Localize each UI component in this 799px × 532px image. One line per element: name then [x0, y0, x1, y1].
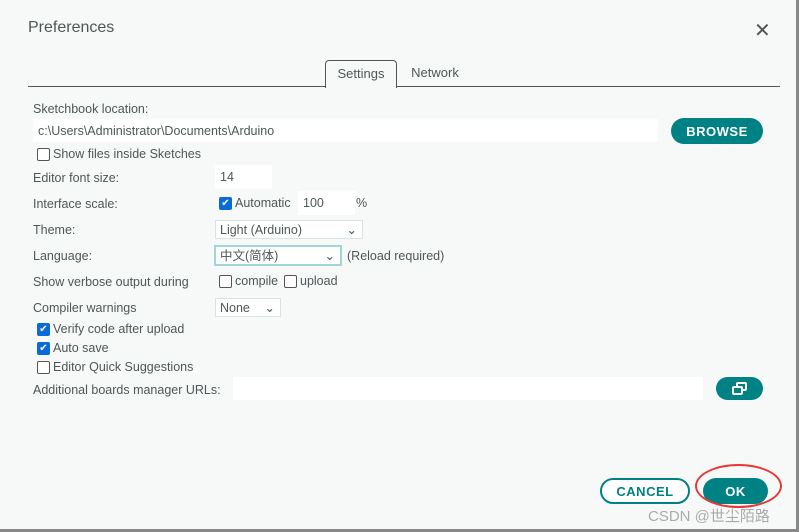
window-restore-icon	[731, 381, 747, 395]
sketchbook-label: Sketchbook location:	[33, 102, 149, 116]
browse-button[interactable]: BROWSE	[671, 118, 763, 144]
font-size-label: Editor font size:	[33, 171, 120, 185]
quick-suggestions-option[interactable]: Editor Quick Suggestions	[37, 360, 193, 374]
scale-label: Interface scale:	[33, 197, 118, 211]
font-size-input[interactable]	[215, 165, 272, 189]
language-note: (Reload required)	[347, 249, 445, 263]
theme-select[interactable]: Light (Arduino) ⌄	[215, 220, 363, 239]
urls-input[interactable]	[233, 377, 703, 400]
warnings-label: Compiler warnings	[33, 301, 137, 315]
warnings-select[interactable]: None ⌄	[215, 298, 281, 317]
watermark: CSDN @世尘陌路	[648, 508, 770, 525]
autosave-option[interactable]: ✔ Auto save	[37, 341, 109, 355]
theme-label: Theme:	[33, 223, 76, 237]
theme-value: Light (Arduino)	[220, 222, 302, 237]
show-files-option[interactable]: Show files inside Sketches	[37, 147, 201, 161]
verify-checkbox[interactable]: ✔	[37, 322, 50, 336]
language-label: Language:	[33, 249, 93, 263]
quick-suggestions-checkbox[interactable]	[37, 360, 50, 374]
verbose-upload-option[interactable]: upload	[284, 274, 338, 288]
close-icon[interactable]: ✕	[754, 18, 771, 43]
scale-auto-option[interactable]: ✔ Automatic	[219, 196, 291, 210]
cancel-button[interactable]: CANCEL	[600, 478, 690, 504]
scale-unit: %	[356, 196, 368, 210]
verify-option[interactable]: ✔ Verify code after upload	[37, 322, 184, 336]
warnings-value: None	[220, 300, 250, 315]
autosave-checkbox[interactable]: ✔	[37, 341, 50, 355]
chevron-down-icon: ⌄	[264, 300, 275, 315]
upload-checkbox[interactable]	[284, 274, 297, 288]
tab-network[interactable]: Network	[397, 60, 473, 87]
chevron-down-icon: ⌄	[346, 222, 357, 237]
open-urls-editor-button[interactable]	[716, 377, 763, 400]
language-select[interactable]: 中文(简体) ⌄	[214, 245, 342, 266]
sketchbook-path-input[interactable]	[33, 119, 658, 142]
dialog-title: Preferences	[28, 19, 115, 36]
scale-auto-checkbox[interactable]: ✔	[219, 196, 232, 210]
scale-input[interactable]	[298, 191, 355, 215]
quick-suggestions-label: Editor Quick Suggestions	[53, 360, 194, 374]
urls-label: Additional boards manager URLs:	[33, 383, 221, 397]
show-files-label: Show files inside Sketches	[53, 147, 201, 161]
compile-checkbox[interactable]	[219, 274, 232, 288]
compile-label: compile	[235, 274, 279, 288]
show-files-checkbox[interactable]	[37, 147, 50, 161]
chevron-down-icon: ⌄	[324, 248, 335, 263]
upload-label: upload	[300, 274, 338, 288]
autosave-label: Auto save	[53, 341, 109, 355]
highlight-ellipse	[695, 464, 782, 508]
language-value: 中文(简体)	[220, 248, 279, 263]
verbose-label: Show verbose output during	[33, 275, 189, 289]
verify-label: Verify code after upload	[53, 322, 185, 336]
tab-settings[interactable]: Settings	[325, 60, 397, 88]
scale-auto-label: Automatic	[235, 196, 291, 210]
verbose-compile-option[interactable]: compile	[219, 274, 278, 288]
